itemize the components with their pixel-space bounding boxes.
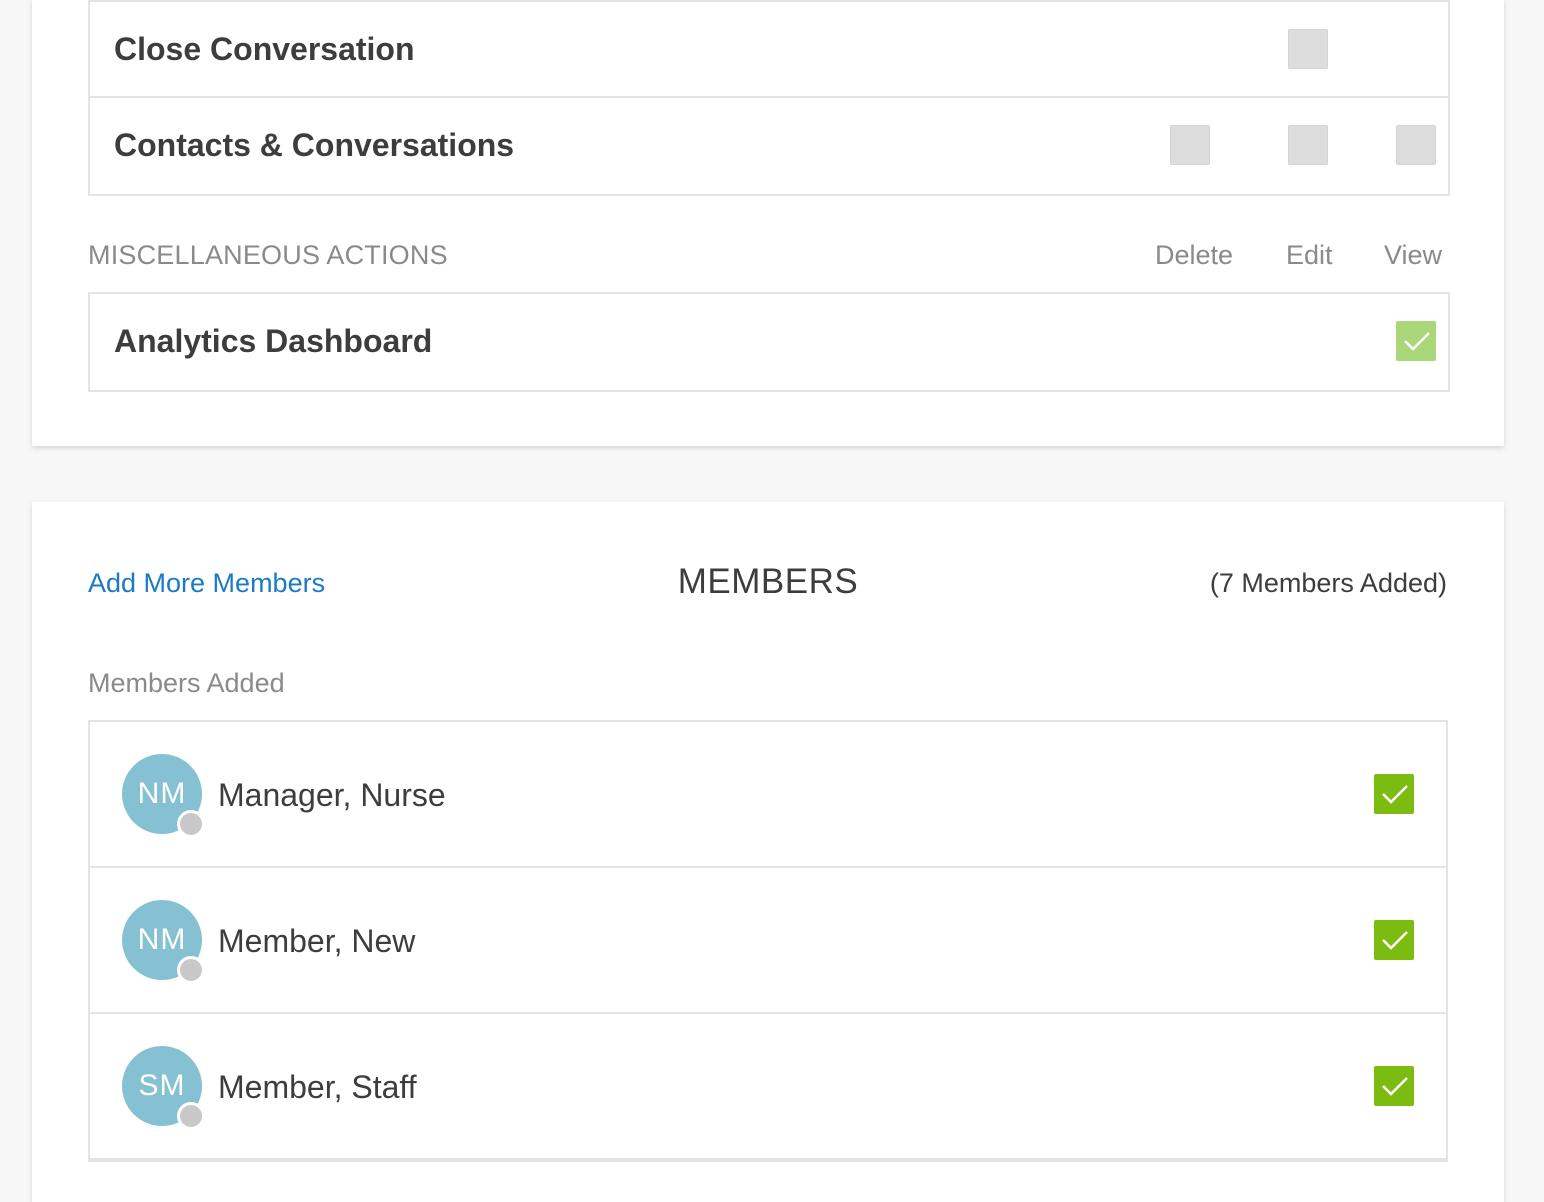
contacts-edit-checkbox[interactable] xyxy=(1288,125,1328,165)
members-count: (7 Members Added) xyxy=(1209,568,1447,598)
presence-status-icon xyxy=(177,810,205,838)
member-select-checkbox[interactable] xyxy=(1374,1066,1414,1106)
column-header-view: View xyxy=(1384,240,1443,270)
member-select-checkbox[interactable] xyxy=(1374,774,1414,814)
member-name: Manager, Nurse xyxy=(218,777,446,813)
permission-row-analytics-dashboard: Analytics Dashboard xyxy=(90,294,1448,390)
list-item: NM Member, New xyxy=(90,868,1446,1014)
permissions-table: Close Conversation Contacts & Conversati… xyxy=(88,0,1450,196)
permission-label: Contacts & Conversations xyxy=(114,127,515,163)
checkmark-icon xyxy=(1382,1077,1408,1096)
members-card: Add More Members MEMBERS (7 Members Adde… xyxy=(32,502,1504,1202)
analytics-view-checkbox[interactable] xyxy=(1396,321,1436,361)
presence-status-icon xyxy=(177,1102,205,1130)
permission-row-close-conversation: Close Conversation xyxy=(90,2,1448,98)
permission-label: Close Conversation xyxy=(114,31,415,67)
misc-actions-header: MISCELLANEOUS ACTIONS Delete Edit View xyxy=(88,236,1450,278)
close-conversation-edit-checkbox[interactable] xyxy=(1288,29,1328,69)
contacts-view-checkbox[interactable] xyxy=(1396,125,1436,165)
member-list: NM Manager, Nurse NM Member, New SM Memb… xyxy=(88,720,1448,1162)
members-added-label: Members Added xyxy=(88,668,285,698)
member-name: Member, New xyxy=(218,923,416,959)
list-item: NM Manager, Nurse xyxy=(90,722,1446,868)
permission-label: Analytics Dashboard xyxy=(114,323,433,359)
column-header-delete: Delete xyxy=(1155,240,1234,270)
member-select-checkbox[interactable] xyxy=(1374,920,1414,960)
permission-row-contacts-conversations: Contacts & Conversations xyxy=(90,98,1448,194)
misc-actions-table: Analytics Dashboard xyxy=(88,292,1450,392)
checkmark-icon xyxy=(1404,332,1430,351)
column-header-edit: Edit xyxy=(1286,240,1333,270)
section-title: MISCELLANEOUS ACTIONS xyxy=(88,240,448,270)
contacts-delete-checkbox[interactable] xyxy=(1170,125,1210,165)
member-name: Member, Staff xyxy=(218,1069,417,1105)
checkmark-icon xyxy=(1382,931,1408,950)
checkmark-icon xyxy=(1382,785,1408,804)
list-item: SM Member, Staff xyxy=(90,1014,1446,1160)
presence-status-icon xyxy=(177,956,205,984)
permissions-card: Close Conversation Contacts & Conversati… xyxy=(32,0,1504,446)
